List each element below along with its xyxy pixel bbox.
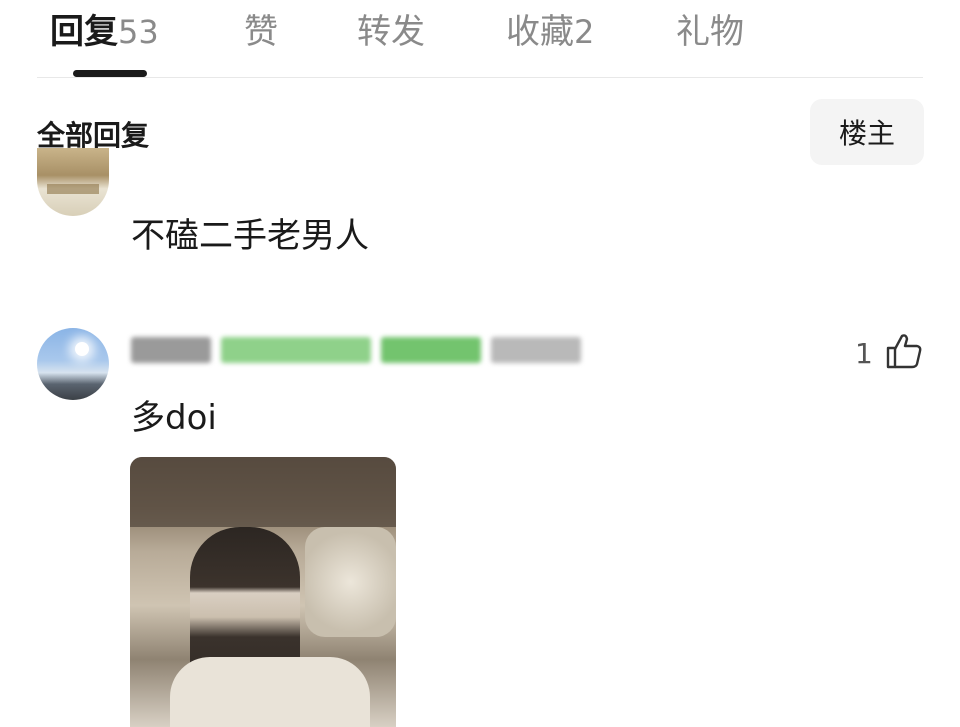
tab-gifts[interactable]: 礼物 (676, 4, 744, 53)
tab-replies[interactable]: 回复53 (50, 4, 159, 53)
comment-text: 多doi (131, 398, 217, 438)
tab-label: 礼物 (676, 12, 744, 52)
tab-likes[interactable]: 赞 (244, 4, 278, 53)
username-blurred[interactable] (131, 334, 601, 366)
active-tab-indicator (73, 70, 147, 77)
comment-text: 不磕二手老男人 (131, 216, 369, 256)
like-count: 1 (855, 337, 873, 370)
tab-bar: 回复53 赞 转发 收藏2 礼物 (0, 0, 960, 78)
avatar[interactable] (37, 328, 109, 400)
tab-label: 赞 (244, 12, 278, 52)
tab-count: 53 (118, 13, 159, 51)
thumbs-up-icon[interactable] (884, 331, 924, 371)
op-only-button[interactable]: 楼主 (810, 99, 924, 165)
avatar[interactable] (37, 148, 109, 216)
tab-count: 2 (574, 13, 595, 51)
tab-label: 转发 (357, 12, 425, 52)
tab-label: 回复 (50, 12, 118, 52)
tab-favorites[interactable]: 收藏2 (506, 4, 594, 53)
tab-reposts[interactable]: 转发 (357, 4, 425, 53)
comment-image[interactable] (130, 457, 396, 727)
tab-label: 收藏 (506, 12, 574, 52)
tab-divider (37, 77, 923, 78)
